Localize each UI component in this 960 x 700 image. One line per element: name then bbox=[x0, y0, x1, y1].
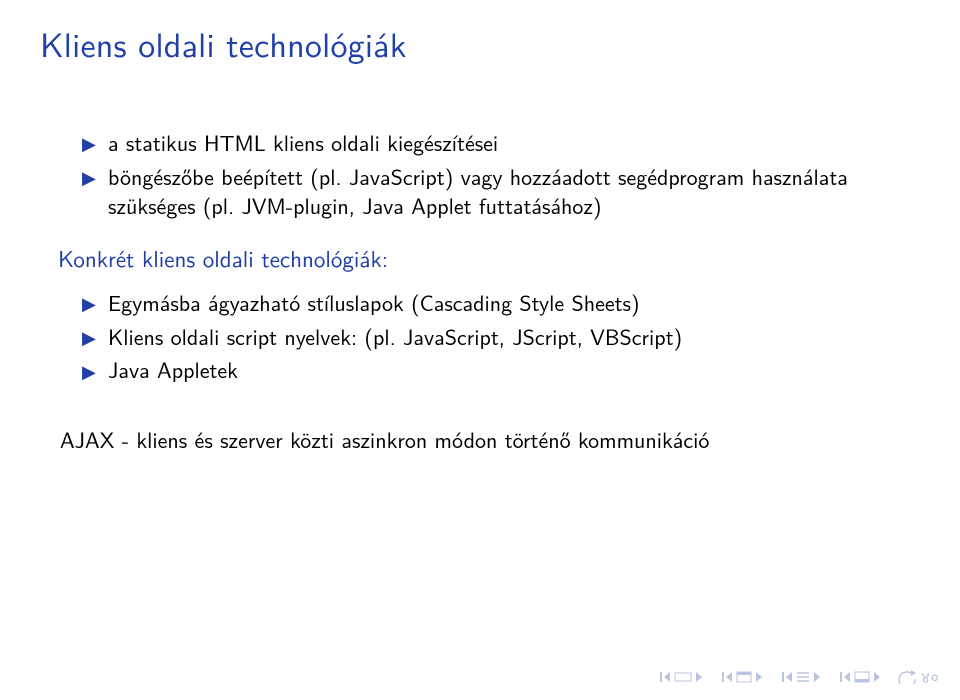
slide-body: ▶ a statikus HTML kliens oldali kiegészí… bbox=[40, 128, 920, 455]
nav-prev-slide-icon[interactable] bbox=[673, 671, 693, 683]
bullet-icon: ▶ bbox=[82, 165, 96, 189]
nav-frame-forward-icon[interactable] bbox=[873, 671, 887, 683]
nav-search-icon[interactable]: ४० bbox=[921, 665, 940, 688]
slide-title: Kliens oldali technológiák bbox=[40, 18, 920, 68]
nav-back-icon[interactable] bbox=[897, 670, 919, 684]
nav-first-slide-icon[interactable] bbox=[657, 671, 671, 683]
beamer-nav: ४० bbox=[657, 665, 940, 688]
list-item-text: a statikus HTML kliens oldali kiegészíté… bbox=[108, 126, 498, 158]
bullet-icon: ▶ bbox=[82, 291, 96, 315]
nav-frame-back-icon[interactable] bbox=[837, 671, 851, 683]
list-item-text: böngészőbe beépített (pl. JavaScript) va… bbox=[108, 160, 848, 222]
list-item-text: Java Appletek bbox=[108, 353, 238, 385]
nav-prev-subsection-icon[interactable] bbox=[719, 671, 733, 683]
list-item: ▶ Egymásba ágyazható stíluslapok (Cascad… bbox=[82, 288, 920, 318]
nav-next-slide-icon[interactable] bbox=[695, 671, 709, 683]
footer-paragraph: AJAX - kliens és szerver közti aszinkron… bbox=[60, 425, 920, 455]
nav-frame-icon[interactable] bbox=[853, 670, 871, 684]
list-item: ▶ Java Appletek bbox=[82, 355, 920, 385]
tech-list: ▶ Egymásba ágyazható stíluslapok (Cascad… bbox=[82, 288, 920, 385]
list-item: ▶ Kliens oldali script nyelvek: (pl. Jav… bbox=[82, 322, 920, 352]
nav-section-icon[interactable] bbox=[795, 670, 811, 684]
list-item-text: Kliens oldali script nyelvek: (pl. JavaS… bbox=[108, 320, 682, 352]
list-item: ▶ böngészőbe beépített (pl. JavaScript) … bbox=[82, 162, 920, 221]
list-item-text: Egymásba ágyazható stíluslapok (Cascadin… bbox=[108, 286, 640, 318]
nav-prev-section-icon[interactable] bbox=[779, 671, 793, 683]
slide: Kliens oldali technológiák ▶ a statikus … bbox=[0, 0, 960, 700]
nav-next-subsection-icon[interactable] bbox=[755, 671, 769, 683]
intro-list: ▶ a statikus HTML kliens oldali kiegészí… bbox=[82, 128, 920, 221]
nav-subsection-icon[interactable] bbox=[735, 670, 753, 684]
bullet-icon: ▶ bbox=[82, 131, 96, 155]
bullet-icon: ▶ bbox=[82, 325, 96, 349]
subheading: Konkrét kliens oldali technológiák: bbox=[58, 243, 920, 274]
bullet-icon: ▶ bbox=[82, 359, 96, 383]
nav-next-section-icon[interactable] bbox=[813, 671, 827, 683]
list-item: ▶ a statikus HTML kliens oldali kiegészí… bbox=[82, 128, 920, 158]
